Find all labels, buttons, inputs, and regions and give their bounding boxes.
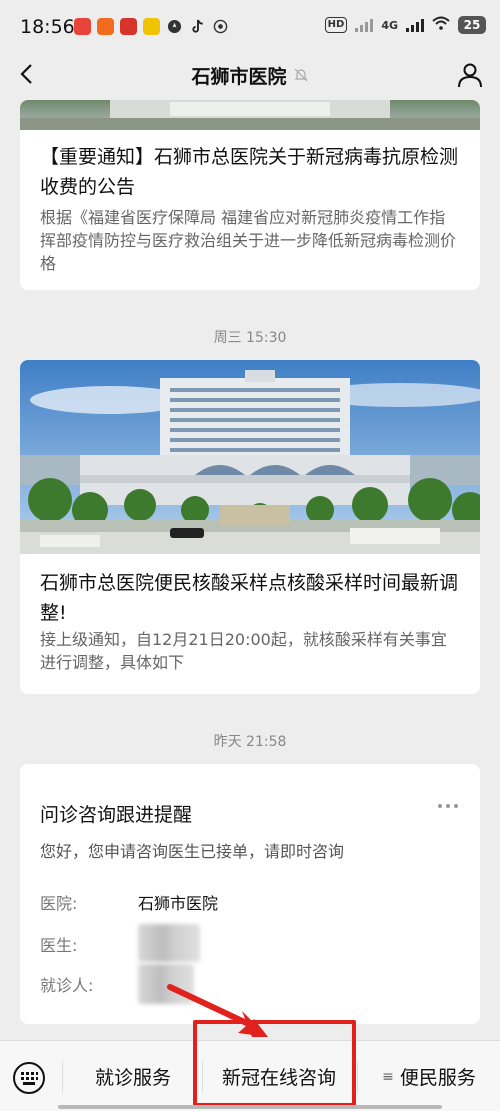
muted-bell-icon <box>293 67 309 83</box>
signal-weak-icon <box>355 18 374 32</box>
article-summary: 根据《福建省医疗保障局 福建省应对新冠肺炎疫情工作指挥部疫情防控与医疗救治组关于… <box>40 208 457 273</box>
article-cover-image <box>20 100 480 130</box>
app-notification-icon <box>120 18 137 35</box>
hd-badge: HD <box>324 17 348 33</box>
menu-item-clinic-services[interactable]: 就诊服务 <box>64 1041 202 1111</box>
signal-icon <box>406 18 424 32</box>
doctor-label: 医生: <box>40 936 78 955</box>
compass-icon <box>166 18 183 35</box>
article-card-2[interactable]: 石狮市总医院便民核酸采样点核酸采样时间最新调整! 接上级通知，自12月21日20… <box>20 360 480 694</box>
article-summary: 接上级通知，自12月21日20:00起，就核酸采样有关事宜进行调整，具体如下 <box>40 630 447 672</box>
home-indicator[interactable] <box>58 1105 442 1109</box>
app-notification-icon <box>74 18 91 35</box>
app-notification-icon <box>97 18 114 35</box>
timestamp: 周三 15:30 <box>213 330 287 346</box>
page-title: 石狮市医院 <box>191 65 287 88</box>
submenu-icon: ≡ <box>382 1068 394 1085</box>
app-circle-icon <box>212 18 229 35</box>
menu-label: 就诊服务 <box>94 1067 171 1089</box>
network-type: 4G <box>381 18 398 32</box>
status-time: 18:56 <box>20 16 75 38</box>
timestamp: 昨天 21:58 <box>213 734 287 750</box>
status-indicators: HD 4G 25 <box>324 16 486 34</box>
hospital-building-image <box>20 360 480 554</box>
patient-label: 就诊人: <box>40 976 94 995</box>
hospital-label: 医院: <box>40 894 78 913</box>
battery-indicator: 25 <box>458 16 486 34</box>
hospital-value: 石狮市医院 <box>138 894 219 913</box>
article-card-1[interactable]: 【重要通知】石狮市总医院关于新冠病毒抗原检测收费的公告 根据《福建省医疗保障局 … <box>20 100 480 290</box>
menu-item-convenience-services[interactable]: ≡ 便民服务 <box>358 1041 500 1111</box>
tiktok-icon <box>189 18 206 35</box>
keyboard-icon[interactable] <box>12 1061 46 1095</box>
menu-divider <box>62 1061 63 1093</box>
status-bar: 18:56 HD 4G 25 <box>0 0 500 52</box>
more-options-icon[interactable] <box>438 804 458 808</box>
nav-bar: 石狮市医院 <box>0 52 500 98</box>
app-notification-icon <box>143 18 160 35</box>
article-title: 石狮市总医院便民核酸采样点核酸采样时间最新调整! <box>40 572 459 624</box>
status-app-icons <box>74 18 229 35</box>
article-title: 【重要通知】石狮市总医院关于新冠病毒抗原检测收费的公告 <box>40 146 459 198</box>
nav-title-group: 石狮市医院 <box>0 52 500 98</box>
reminder-title: 问诊咨询跟进提醒 <box>40 804 193 826</box>
redacted-doctor-name <box>138 924 200 962</box>
highlight-box <box>193 1020 356 1107</box>
menu-label: 便民服务 <box>399 1067 476 1089</box>
wifi-icon <box>432 16 450 34</box>
reminder-description: 您好，您申请咨询医生已接单，请即时咨询 <box>40 842 345 861</box>
profile-icon[interactable] <box>456 61 484 89</box>
